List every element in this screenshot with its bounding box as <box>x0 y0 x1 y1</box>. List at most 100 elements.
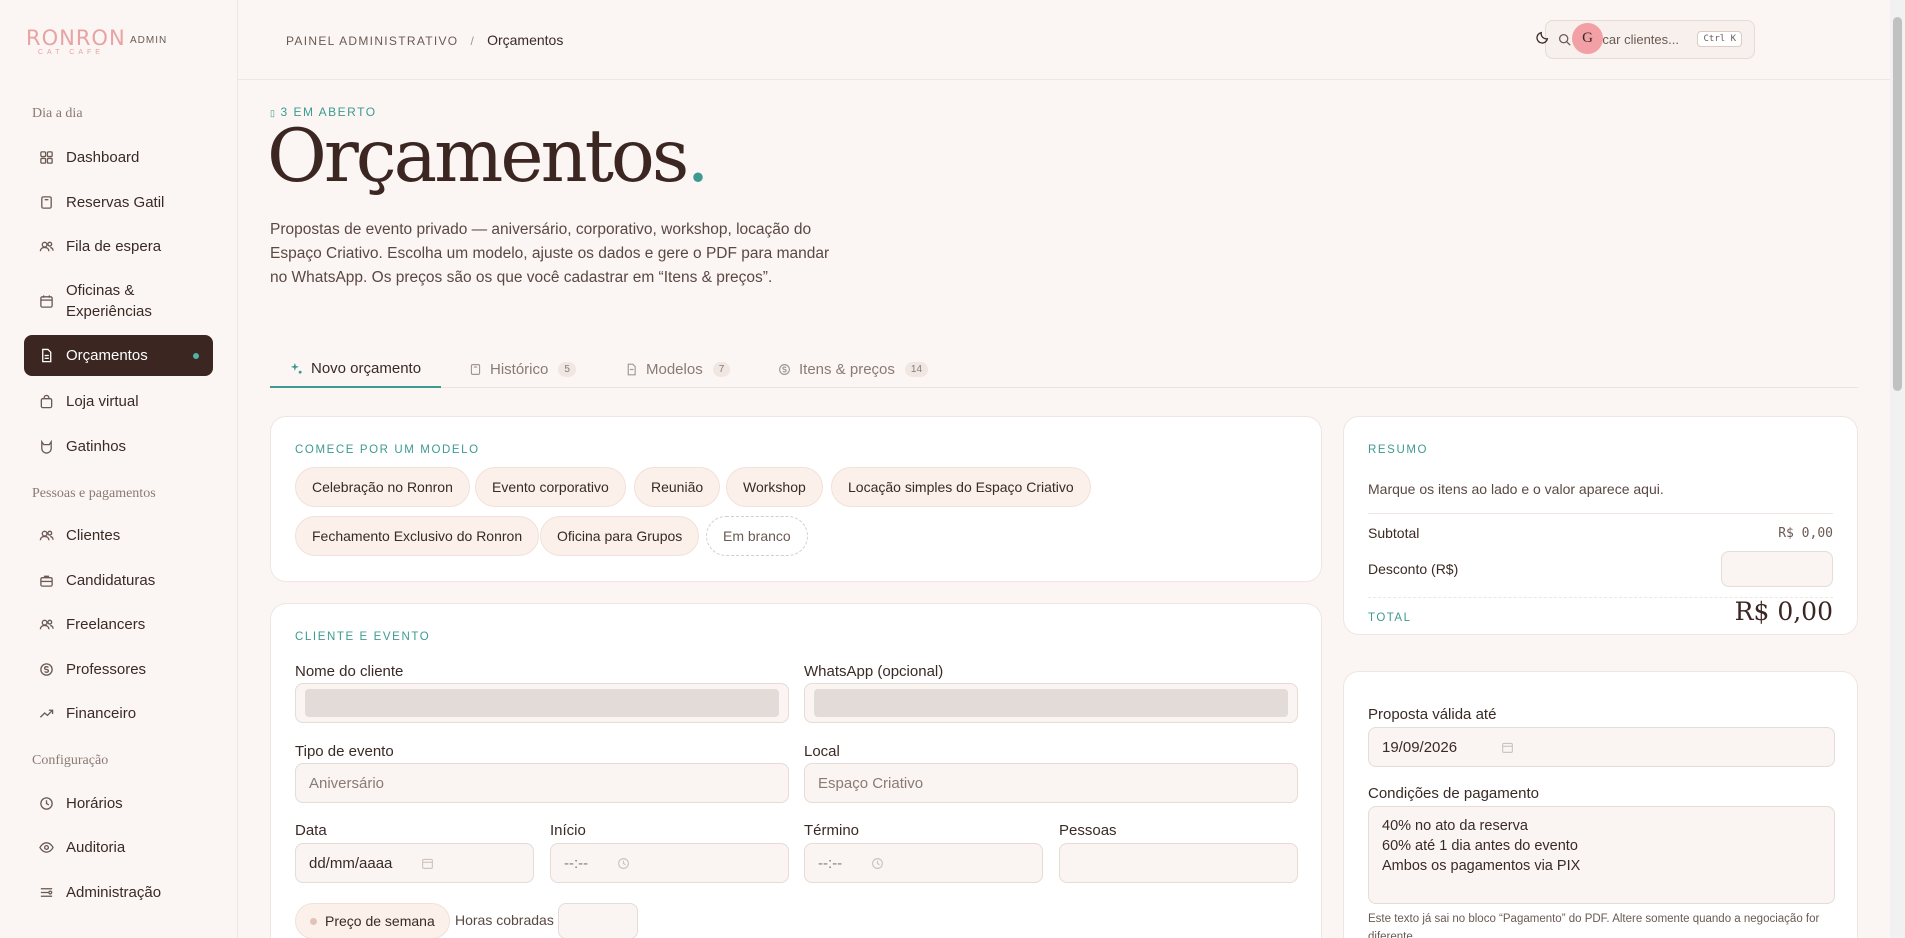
template-chip[interactable]: Reunião <box>634 467 721 507</box>
calendar-icon <box>38 293 54 309</box>
client-name-input[interactable] <box>295 683 789 723</box>
tab-itens-precos[interactable]: Itens & preços 14 <box>778 350 929 388</box>
template-chip[interactable]: Locação simples do Espaço Criativo <box>831 467 1091 507</box>
clock-icon <box>38 795 54 811</box>
client-event-card: CLIENTE E EVENTO Nome do cliente WhatsAp… <box>270 603 1322 938</box>
sidebar-item-label: Reservas Gatil <box>66 193 165 211</box>
people-label: Pessoas <box>1059 822 1117 839</box>
sidebar-item-dashboard[interactable]: Dashboard <box>24 146 213 168</box>
sidebar-item-loja[interactable]: Loja virtual <box>24 390 213 412</box>
sidebar-item-horarios[interactable]: Horários <box>24 792 213 814</box>
sidebar-item-fila[interactable]: Fila de espera <box>24 235 213 257</box>
template-chip[interactable]: Fechamento Exclusivo do Ronron <box>295 516 540 556</box>
sidebar-item-label: Gatinhos <box>66 437 127 455</box>
valid-until-value: 19/09/2026 <box>1382 738 1458 756</box>
clock-icon[interactable] <box>617 857 630 870</box>
subtotal-label: Subtotal <box>1368 525 1420 541</box>
total-label: TOTAL <box>1368 612 1412 624</box>
sidebar-item-candidaturas[interactable]: Candidaturas <box>24 569 213 591</box>
event-type-input[interactable]: Aniversário <box>295 763 789 803</box>
toggle-dot <box>310 917 317 925</box>
tab-badge: 5 <box>558 361 576 377</box>
tab-historico[interactable]: Histórico 5 <box>469 350 576 388</box>
template-chip[interactable]: Oficina para Grupos <box>540 516 700 556</box>
eye-icon <box>38 839 54 855</box>
brand-logo[interactable]: RONRON CAT CAFE ADMIN <box>26 26 166 56</box>
users-icon <box>38 238 54 254</box>
input-autofill <box>814 689 1288 717</box>
date-placeholder: dd/mm/aaaa <box>309 854 393 872</box>
sidebar-item-label: Dashboard <box>66 148 140 166</box>
sidebar-item-administracao[interactable]: Administração <box>24 881 213 903</box>
sidebar-item-freelancers[interactable]: Freelancers <box>24 613 213 635</box>
brand-name: RONRON <box>26 26 126 50</box>
templates-card: COMECE POR UM MODELO Celebração no Ronro… <box>270 416 1322 582</box>
template-chip[interactable]: Celebração no Ronron <box>295 467 470 507</box>
breadcrumb-root[interactable]: PAINEL ADMINISTRATIVO <box>286 34 458 48</box>
sidebar-item-oficinas[interactable]: Oficinas & Experiências <box>24 280 213 322</box>
moon-icon[interactable] <box>1536 30 1552 46</box>
discount-label: Desconto (R$) <box>1368 561 1459 577</box>
end-time-input[interactable]: --:-- <box>804 843 1043 883</box>
summary-card: RESUMO Marque os itens ao lado e o valor… <box>1343 416 1858 635</box>
sidebar-item-clientes[interactable]: Clientes <box>24 524 213 546</box>
breadcrumb: PAINEL ADMINISTRATIVO / Orçamentos <box>286 32 563 48</box>
discount-input[interactable] <box>1721 551 1833 587</box>
sidebar-item-label: Clientes <box>66 526 121 544</box>
sidebar-item-label: Orçamentos <box>66 347 148 364</box>
payment-note: Este texto já sai no bloco “Pagamento” d… <box>1368 913 1820 938</box>
tab-novo-orcamento[interactable]: Novo orçamento <box>270 350 442 388</box>
template-chip-blank[interactable]: Em branco <box>706 516 808 556</box>
tabs: Novo orçamento Histórico 5 Modelos 7 Ite… <box>270 350 1858 388</box>
coin-icon <box>778 363 791 376</box>
start-label: Início <box>550 822 586 839</box>
sidebar-item-label: Professores <box>66 660 147 678</box>
sliders-icon <box>38 884 54 900</box>
sidebar-item-orcamentos[interactable]: Orçamentos <box>24 335 213 376</box>
brand-admin-tag: ADMIN <box>130 35 168 46</box>
search-shortcut: Ctrl K <box>1697 31 1742 47</box>
page-title: Orçamentos. <box>267 114 710 199</box>
summary-heading: RESUMO <box>1368 444 1429 456</box>
week-price-toggle[interactable]: Preço de semana <box>295 903 450 938</box>
page-intro: Propostas de evento privado — aniversári… <box>270 221 830 286</box>
whatsapp-input[interactable] <box>804 683 1298 723</box>
payment-conditions-textarea[interactable]: 40% no ato da reserva 60% até 1 dia ante… <box>1368 806 1835 904</box>
start-placeholder: --:-- <box>564 854 589 872</box>
sidebar-item-label: Oficinas & Experiências <box>66 282 152 320</box>
sidebar-item-gatinhos[interactable]: Gatinhos <box>24 435 213 457</box>
date-input[interactable]: dd/mm/aaaa <box>295 843 534 883</box>
avatar[interactable]: G <box>1572 23 1603 54</box>
page-title-dot: . <box>686 114 709 199</box>
location-input[interactable]: Espaço Criativo <box>804 763 1298 803</box>
tab-modelos[interactable]: Modelos 7 <box>625 350 731 388</box>
breadcrumb-current: Orçamentos <box>487 32 564 48</box>
book-icon <box>38 194 54 210</box>
start-time-input[interactable]: --:-- <box>550 843 789 883</box>
date-label: Data <box>295 822 327 839</box>
clock-icon[interactable] <box>871 857 884 870</box>
subtotal-value: R$ 0,00 <box>1778 526 1833 541</box>
valid-until-input[interactable]: 19/09/2026 <box>1368 727 1835 767</box>
calendar-icon[interactable] <box>1501 741 1514 754</box>
users-icon <box>38 616 54 632</box>
active-indicator-dot <box>193 352 199 359</box>
template-chip[interactable]: Workshop <box>726 467 823 507</box>
scrollbar[interactable] <box>1890 0 1905 938</box>
sidebar-item-auditoria[interactable]: Auditoria <box>24 836 213 858</box>
document-icon <box>38 348 54 364</box>
sidebar: RONRON CAT CAFE ADMIN Dia a dia Dashboar… <box>0 0 238 938</box>
tab-badge: 7 <box>712 361 731 377</box>
calendar-icon[interactable] <box>421 857 434 870</box>
hours-input[interactable] <box>558 903 638 938</box>
trend-icon <box>38 705 54 721</box>
bag-icon <box>38 393 54 409</box>
sidebar-item-financeiro[interactable]: Financeiro <box>24 702 213 724</box>
template-chip[interactable]: Evento corporativo <box>475 467 626 507</box>
people-input[interactable] <box>1059 843 1298 883</box>
sidebar-item-professores[interactable]: Professores <box>24 658 213 680</box>
scrollbar-thumb[interactable] <box>1893 17 1902 391</box>
client-name-label: Nome do cliente <box>295 663 404 680</box>
sidebar-item-label: Administração <box>66 883 162 901</box>
sidebar-item-reservas[interactable]: Reservas Gatil <box>24 191 213 213</box>
